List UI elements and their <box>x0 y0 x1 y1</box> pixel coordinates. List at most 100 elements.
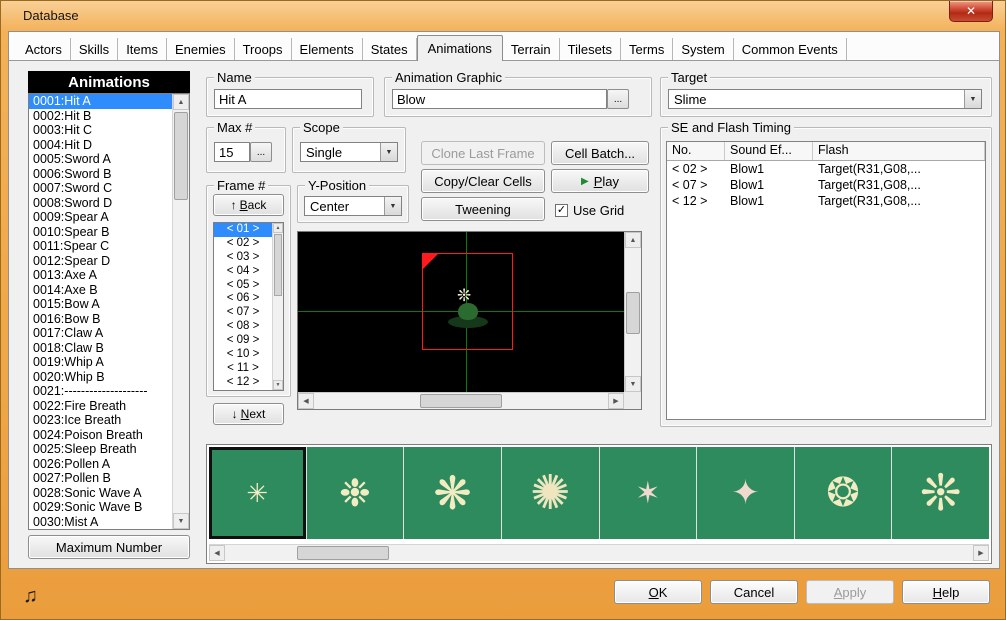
animation-list-item[interactable]: 0021:-------------------- <box>29 384 172 399</box>
timing-row[interactable]: < 07 >Blow1Target(R31,G08,... <box>667 177 985 193</box>
frame-list-item[interactable]: < 11 > <box>214 362 272 376</box>
scroll-thumb[interactable] <box>174 112 188 200</box>
strip-scrollbar[interactable]: ◀ ▶ <box>209 544 989 561</box>
ok-button[interactable]: OK <box>614 580 702 604</box>
animation-list-item[interactable]: 0026:Pollen A <box>29 457 172 472</box>
scroll-right-button[interactable]: ▶ <box>973 545 989 561</box>
frame-list-item[interactable]: < 04 > <box>214 265 272 279</box>
timing-column-header[interactable]: Flash <box>813 142 985 160</box>
max-frames-input[interactable]: 15 <box>214 142 250 162</box>
scroll-up-button[interactable]: ▲ <box>173 94 189 110</box>
timing-rows[interactable]: < 02 >Blow1Target(R31,G08,...< 07 >Blow1… <box>667 161 985 209</box>
animation-list-item[interactable]: 0012:Spear D <box>29 254 172 269</box>
canvas-vertical-scrollbar[interactable]: ▲ ▼ <box>624 232 641 392</box>
timing-column-header[interactable]: Sound Ef... <box>725 142 813 160</box>
timing-list[interactable]: No.Sound Ef...Flash < 02 >Blow1Target(R3… <box>666 141 986 420</box>
strip-cell[interactable]: ✳ <box>209 447 306 539</box>
scope-select[interactable]: Single ▼ <box>300 142 398 162</box>
scroll-thumb[interactable] <box>297 546 389 560</box>
frame-list-item[interactable]: < 10 > <box>214 348 272 362</box>
animation-list-item[interactable]: 0009:Spear A <box>29 210 172 225</box>
y-position-select[interactable]: Center ▼ <box>304 196 402 216</box>
tab-troops[interactable]: Troops <box>235 38 292 60</box>
animation-list-item[interactable]: 0005:Sword A <box>29 152 172 167</box>
frame-list-scrollbar[interactable]: ▲ ▼ <box>272 223 283 390</box>
timing-column-header[interactable]: No. <box>667 142 725 160</box>
canvas-horizontal-scrollbar[interactable]: ◀ ▶ <box>298 392 624 409</box>
frame-list-item[interactable]: < 08 > <box>214 320 272 334</box>
animation-list-item[interactable]: 0013:Axe A <box>29 268 172 283</box>
tab-terms[interactable]: Terms <box>621 38 673 60</box>
frame-list-item[interactable]: < 12 > <box>214 376 272 390</box>
strip-cell[interactable]: ❉ <box>307 447 404 539</box>
cell-selection-rect[interactable] <box>422 253 513 350</box>
tab-items[interactable]: Items <box>118 38 167 60</box>
animation-list-item[interactable]: 0015:Bow A <box>29 297 172 312</box>
strip-cell[interactable]: ❂ <box>795 447 892 539</box>
play-button[interactable]: ▶ Play <box>551 169 649 193</box>
name-input[interactable]: Hit A <box>214 89 362 109</box>
animation-list-item[interactable]: 0025:Sleep Breath <box>29 442 172 457</box>
close-button[interactable]: ✕ <box>949 1 993 22</box>
strip-cell[interactable]: ❋ <box>404 447 501 539</box>
strip-cell[interactable]: ✦ <box>697 447 794 539</box>
animation-list-item[interactable]: 0008:Sword D <box>29 196 172 211</box>
frame-list-item[interactable]: < 05 > <box>214 279 272 293</box>
tab-actors[interactable]: Actors <box>17 38 71 60</box>
animation-list-item[interactable]: 0020:Whip B <box>29 370 172 385</box>
tab-elements[interactable]: Elements <box>292 38 363 60</box>
scroll-left-button[interactable]: ◀ <box>209 545 225 561</box>
scroll-up-button[interactable]: ▲ <box>273 223 283 233</box>
tab-animations[interactable]: Animations <box>417 35 503 61</box>
tab-tilesets[interactable]: Tilesets <box>560 38 621 60</box>
animation-list-item[interactable]: 0003:Hit C <box>29 123 172 138</box>
animation-list-item[interactable]: 0007:Sword C <box>29 181 172 196</box>
animation-list-item[interactable]: 0017:Claw A <box>29 326 172 341</box>
frame-list-item[interactable]: < 03 > <box>214 251 272 265</box>
animation-graphic-browse-button[interactable]: ... <box>607 89 629 109</box>
maximum-number-button[interactable]: Maximum Number <box>28 535 190 559</box>
frame-list-item[interactable]: < 07 > <box>214 306 272 320</box>
animation-list-item[interactable]: 0024:Poison Breath <box>29 428 172 443</box>
strip-cell[interactable]: ✶ <box>600 447 697 539</box>
animation-list-item[interactable]: 0002:Hit B <box>29 109 172 124</box>
animation-list-item[interactable]: 0014:Axe B <box>29 283 172 298</box>
scroll-thumb[interactable] <box>274 234 282 296</box>
animation-graphic-input[interactable]: Blow <box>392 89 607 109</box>
frame-list-item[interactable]: < 02 > <box>214 237 272 251</box>
animation-list-item[interactable]: 0030:Mist A <box>29 515 172 530</box>
scroll-up-button[interactable]: ▲ <box>625 232 641 248</box>
animation-list-item[interactable]: 0029:Sonic Wave B <box>29 500 172 515</box>
scroll-right-button[interactable]: ▶ <box>608 393 624 409</box>
animation-list-item[interactable]: 0016:Bow B <box>29 312 172 327</box>
animation-list-item[interactable]: 0006:Sword B <box>29 167 172 182</box>
cell-batch-button[interactable]: Cell Batch... <box>551 141 649 165</box>
scroll-down-button[interactable]: ▼ <box>273 380 283 390</box>
animation-list[interactable]: 0001:Hit A0002:Hit B0003:Hit C0004:Hit D… <box>29 94 172 529</box>
animation-list-item[interactable]: 0001:Hit A <box>29 94 172 109</box>
tab-enemies[interactable]: Enemies <box>167 38 235 60</box>
frame-next-button[interactable]: ↓ Next <box>213 403 284 425</box>
scroll-down-button[interactable]: ▼ <box>173 513 189 529</box>
frame-back-button[interactable]: ↑ Back <box>213 194 284 216</box>
animation-list-item[interactable]: 0019:Whip A <box>29 355 172 370</box>
animation-list-item[interactable]: 0022:Fire Breath <box>29 399 172 414</box>
animation-list-item[interactable]: 0018:Claw B <box>29 341 172 356</box>
timing-row[interactable]: < 02 >Blow1Target(R31,G08,... <box>667 161 985 177</box>
max-frames-more-button[interactable]: ... <box>250 142 272 162</box>
canvas-area[interactable]: ❊ <box>298 232 624 392</box>
scroll-down-button[interactable]: ▼ <box>625 376 641 392</box>
title-bar[interactable]: Database ✕ <box>1 1 1005 31</box>
strip-cell[interactable]: ❊ <box>892 447 989 539</box>
animation-list-item[interactable]: 0023:Ice Breath <box>29 413 172 428</box>
target-select[interactable]: Slime ▼ <box>668 89 982 109</box>
scroll-thumb[interactable] <box>626 292 640 334</box>
animation-list-item[interactable]: 0004:Hit D <box>29 138 172 153</box>
checkbox-box[interactable]: ✓ <box>555 204 568 217</box>
tab-terrain[interactable]: Terrain <box>503 38 560 60</box>
animation-list-scrollbar[interactable]: ▲ ▼ <box>172 94 189 529</box>
tab-skills[interactable]: Skills <box>71 38 118 60</box>
animation-list-item[interactable]: 0010:Spear B <box>29 225 172 240</box>
scroll-thumb[interactable] <box>420 394 502 408</box>
copy-clear-cells-button[interactable]: Copy/Clear Cells <box>421 169 545 193</box>
